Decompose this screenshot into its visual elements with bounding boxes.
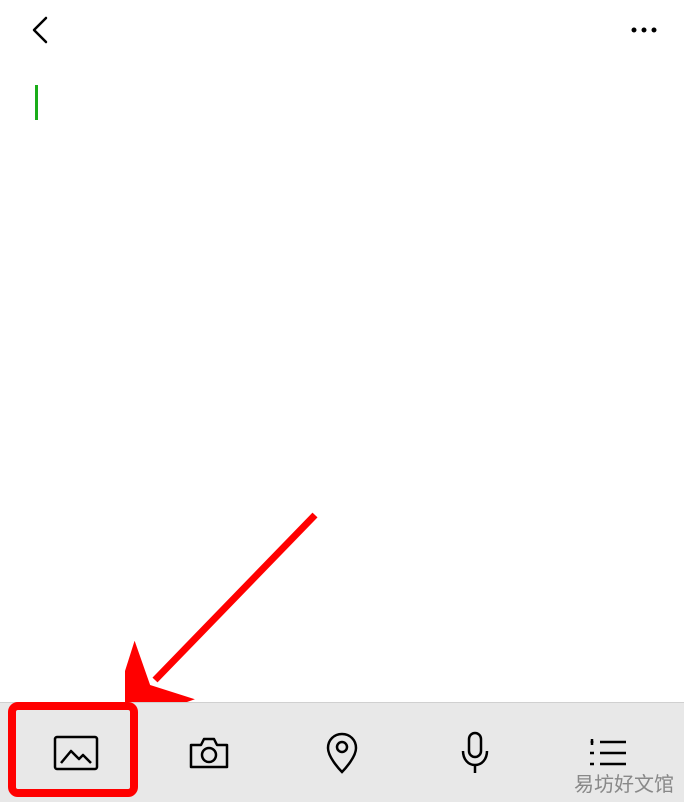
location-button[interactable] [282, 713, 402, 793]
list-icon [588, 737, 628, 769]
text-cursor [35, 85, 38, 120]
more-button[interactable] [624, 10, 664, 50]
watermark-text: 易坊好文馆 [574, 768, 674, 797]
text-input-area[interactable] [0, 60, 684, 700]
camera-button[interactable] [149, 713, 269, 793]
location-icon [326, 732, 358, 774]
voice-icon [460, 731, 490, 775]
gallery-button[interactable] [16, 713, 136, 793]
back-button[interactable] [20, 10, 60, 50]
voice-button[interactable] [415, 713, 535, 793]
top-bar [0, 0, 684, 60]
gallery-icon [53, 735, 99, 771]
chevron-left-icon [31, 15, 49, 45]
camera-icon [187, 735, 231, 771]
more-horizontal-icon [629, 26, 659, 34]
